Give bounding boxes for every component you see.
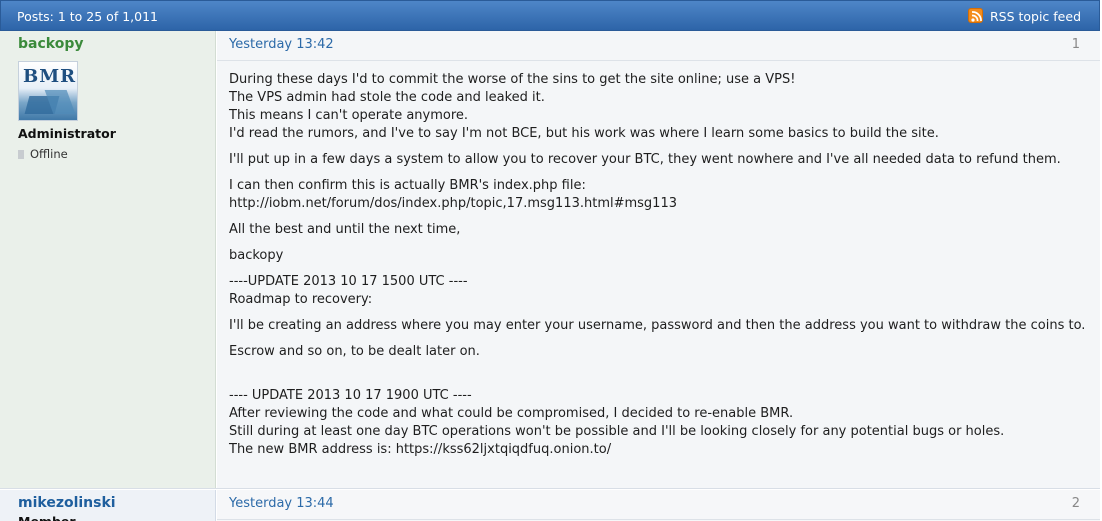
message-signature: backopy — [229, 248, 284, 263]
post-author-panel: mikezolinski Member — [0, 490, 216, 521]
message-paragraph: ---- UPDATE 2013 10 17 1900 UTC ---- Aft… — [229, 388, 1005, 457]
topic-header-bar: Posts: 1 to 25 of 1,011 RSS topic feed — [0, 0, 1100, 31]
avatar: BMR — [18, 61, 78, 121]
message-paragraph: All the best and until the next time, — [229, 222, 461, 237]
post-message: During these days I'd to commit the wors… — [229, 71, 1089, 467]
post-number-link[interactable]: 1 — [1072, 37, 1080, 52]
message-paragraph: ----UPDATE 2013 10 17 1500 UTC ---- Road… — [229, 274, 468, 307]
post-content: Yesterday 13:44 2 — [217, 490, 1100, 521]
post-1: backopy BMR Administrator Offline Yester… — [0, 31, 1100, 489]
message-url: http://iobm.net/forum/dos/index.php/topi… — [229, 196, 677, 211]
post-number-link[interactable]: 2 — [1072, 496, 1080, 511]
rss-topic-feed-link[interactable]: RSS topic feed — [967, 8, 1081, 24]
post-content: Yesterday 13:42 1 During these days I'd … — [217, 31, 1100, 488]
post-header: Yesterday 13:44 2 — [217, 490, 1100, 520]
post-2: mikezolinski Member Yesterday 13:44 2 — [0, 490, 1100, 521]
offline-status-icon — [18, 150, 24, 159]
status-label: Offline — [30, 147, 68, 161]
message-paragraph: Escrow and so on, to be dealt later on. — [229, 344, 480, 359]
post-author-panel: backopy BMR Administrator Offline — [0, 31, 216, 488]
message-paragraph: I'll be creating an address where you ma… — [229, 318, 1086, 333]
message-paragraph: I'll put up in a few days a system to al… — [229, 152, 1061, 167]
post-header: Yesterday 13:42 1 — [217, 31, 1100, 61]
author-username[interactable]: mikezolinski — [18, 495, 116, 511]
post-date-link[interactable]: Yesterday 13:44 — [229, 496, 334, 511]
post-count: Posts: 1 to 25 of 1,011 — [17, 9, 158, 24]
author-role: Administrator — [18, 126, 116, 141]
post-date-link[interactable]: Yesterday 13:42 — [229, 37, 334, 52]
message-paragraph: I can then confirm this is actually BMR'… — [229, 178, 677, 211]
message-paragraph: During these days I'd to commit the wors… — [229, 72, 939, 141]
avatar-text: BMR — [23, 66, 77, 87]
author-username[interactable]: backopy — [18, 36, 83, 52]
author-role: Member — [18, 514, 76, 521]
author-status: Offline — [18, 147, 68, 161]
rss-label[interactable]: RSS topic feed — [990, 9, 1081, 24]
rss-icon[interactable] — [967, 8, 983, 23]
